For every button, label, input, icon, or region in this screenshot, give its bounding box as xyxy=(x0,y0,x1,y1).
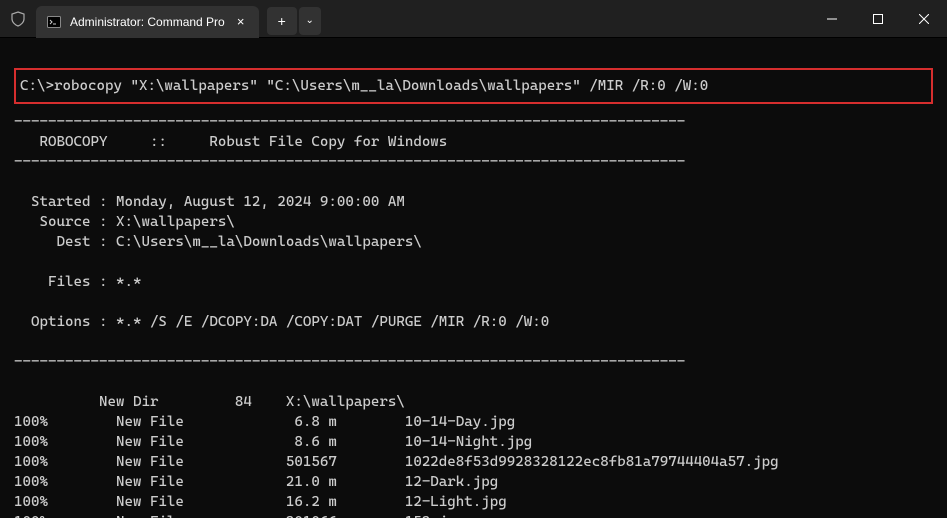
file-row: 100% New File 21.0 m 12-Dark.jpg xyxy=(14,474,498,490)
close-window-button[interactable] xyxy=(901,0,947,37)
command-text: robocopy "X:\wallpapers" "C:\Users\m__la… xyxy=(54,78,708,94)
info-options: Options : *.* /S /E /DCOPY:DA /COPY:DAT … xyxy=(14,314,549,330)
prompt-text: C:\> xyxy=(20,78,54,94)
file-row: 100% New File 201066 152.jpg xyxy=(14,514,464,518)
maximize-button[interactable] xyxy=(855,0,901,37)
info-source: Source : X:\wallpapers\ xyxy=(14,214,235,230)
file-row: 100% New File 6.8 m 10-14-Day.jpg xyxy=(14,414,515,430)
dir-line: New Dir 84 X:\wallpapers\ xyxy=(14,394,405,410)
info-files: Files : *.* xyxy=(14,274,141,290)
tab-close-button[interactable]: × xyxy=(233,14,249,29)
cmd-icon xyxy=(46,14,62,30)
tab-dropdown-button[interactable]: ⌄ xyxy=(299,7,321,35)
divider-line: ----------------------------------------… xyxy=(14,114,685,130)
titlebar: Administrator: Command Pro × + ⌄ xyxy=(0,0,947,38)
divider-line: ----------------------------------------… xyxy=(14,154,685,170)
file-row: 100% New File 8.6 m 10-14-Night.jpg xyxy=(14,434,532,450)
tab-title: Administrator: Command Pro xyxy=(70,15,225,29)
window-controls xyxy=(809,0,947,37)
titlebar-left: Administrator: Command Pro × + ⌄ xyxy=(0,0,321,37)
file-row: 100% New File 16.2 m 12-Light.jpg xyxy=(14,494,507,510)
minimize-button[interactable] xyxy=(809,0,855,37)
file-row: 100% New File 501567 1022de8f53d99283281… xyxy=(14,454,779,470)
shield-admin-icon xyxy=(0,0,36,37)
new-tab-button[interactable]: + xyxy=(267,7,297,35)
robocopy-header: ROBOCOPY :: Robust File Copy for Windows xyxy=(14,134,447,150)
info-started: Started : Monday, August 12, 2024 9:00:0… xyxy=(14,194,405,210)
tab-active[interactable]: Administrator: Command Pro × xyxy=(36,6,259,38)
command-line-highlight: C:\>robocopy "X:\wallpapers" "C:\Users\m… xyxy=(14,68,933,104)
new-tab-controls: + ⌄ xyxy=(267,7,321,35)
terminal-output[interactable]: C:\>robocopy "X:\wallpapers" "C:\Users\m… xyxy=(0,38,947,518)
info-dest: Dest : C:\Users\m__la\Downloads\wallpape… xyxy=(14,234,422,250)
divider-line: ----------------------------------------… xyxy=(14,354,685,370)
